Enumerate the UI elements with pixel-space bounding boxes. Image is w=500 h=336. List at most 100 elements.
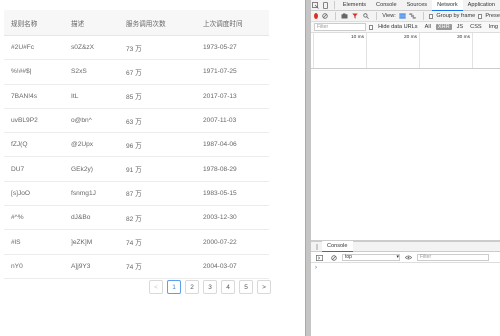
table-row[interactable]: 7BAN!4s ItL 85 万 2017-07-13: [4, 85, 269, 109]
cell-call-count: 85 万: [126, 94, 142, 102]
toolbar-separator: [334, 12, 336, 20]
network-filter-bar: Filter Hide data URLs All XHR JS CSS Img: [311, 22, 500, 33]
column-header-last-schedule[interactable]: 上次调度时间: [203, 18, 269, 28]
cell-description: fsnmg1J: [71, 189, 96, 197]
page-4-button[interactable]: 4: [221, 280, 235, 294]
screenshot-camera-icon[interactable]: [341, 11, 348, 22]
tab-application[interactable]: Application: [463, 0, 500, 11]
network-toolbar: View: Group by frame Prese: [311, 11, 500, 22]
page-5-button[interactable]: 5: [239, 280, 253, 294]
cell-last-schedule: 2007-11-03: [203, 117, 237, 125]
table-row[interactable]: #2U#Fc s0Z&zX 73 万 1973-05-27: [4, 36, 269, 61]
type-filter-all[interactable]: All: [423, 24, 433, 30]
toolbar-separator: [375, 12, 377, 20]
table-row[interactable]: #lS]eZK]M 74 万 2000-07-22: [4, 230, 269, 255]
type-filter-xhr[interactable]: XHR: [435, 24, 452, 30]
console-sidebar-icon[interactable]: [314, 252, 325, 263]
page-1-button[interactable]: 1: [167, 280, 181, 294]
preserve-log-checkbox[interactable]: [478, 13, 483, 19]
page-3-button[interactable]: 3: [203, 280, 217, 294]
table-row[interactable]: %!##$| S2xS 67 万 1971-07-25: [4, 60, 269, 85]
table-panel: 规则名称 描述 服务调用次数 上次调度时间 #2U#Fc s0Z&zX 73 万 19…: [0, 0, 305, 336]
filter-funnel-icon[interactable]: [352, 11, 359, 22]
cell-rule-name: #lS: [11, 238, 21, 246]
devtools-tab-bar: Elements Console Sources Network Applica…: [311, 0, 500, 11]
timeline-gridline: [366, 33, 367, 68]
table-row[interactable]: [s]JoO fsnmg1J 87 万 1983-05-15: [4, 182, 269, 207]
cell-rule-name: [s]JoO: [11, 189, 31, 197]
clear-console-icon[interactable]: [328, 252, 339, 263]
cell-call-count: 74 万: [126, 264, 142, 272]
hide-data-urls-checkbox[interactable]: [368, 24, 374, 30]
device-toolbar-icon[interactable]: [321, 0, 331, 11]
table-row[interactable]: DU7 GEk2y) 91 万 1978-08-29: [4, 157, 269, 182]
cell-rule-name: fZJ(Q: [11, 141, 28, 149]
live-expression-eye-icon[interactable]: [403, 252, 414, 263]
group-by-frame-label: Group by frame: [436, 13, 476, 19]
search-icon[interactable]: [362, 11, 369, 22]
type-filter-js[interactable]: JS: [455, 24, 466, 30]
cell-call-count: 96 万: [126, 142, 142, 150]
network-filter-input[interactable]: Filter: [314, 23, 366, 31]
record-icon[interactable]: [314, 13, 319, 19]
cell-description: dJ&Bo: [71, 214, 91, 222]
preserve-log-label: Prese: [485, 13, 500, 19]
console-toolbar: top ▾ Filter: [311, 253, 500, 263]
waterfall-overview-icon[interactable]: [409, 11, 417, 22]
tab-sources[interactable]: Sources: [402, 0, 433, 11]
cell-description: A]j9Y3: [71, 262, 91, 270]
drawer-tab-console[interactable]: Console: [322, 241, 353, 252]
type-filter-img[interactable]: Img: [487, 24, 500, 30]
devtools-panel: Elements Console Sources Network Applica…: [311, 0, 500, 336]
group-by-frame-checkbox[interactable]: [429, 13, 434, 19]
chevron-down-icon: ▾: [396, 254, 399, 260]
cell-rule-name: nY0: [11, 262, 23, 270]
tab-separator: [333, 1, 335, 9]
tab-console[interactable]: Console: [371, 0, 402, 11]
large-rows-icon[interactable]: [399, 11, 406, 22]
table-body: #2U#Fc s0Z&zX 73 万 1973-05-27 %!##$| S2xS 67 万…: [4, 36, 269, 279]
inspect-element-icon[interactable]: [311, 0, 321, 11]
page-2-button[interactable]: 2: [185, 280, 199, 294]
cell-rule-name: #2U#Fc: [11, 44, 35, 52]
prev-page-button[interactable]: <: [149, 280, 163, 294]
cell-description: ]eZK]M: [71, 238, 93, 246]
network-timeline-overview[interactable]: 10 ms 20 ms 30 ms: [311, 33, 500, 69]
next-page-button[interactable]: >: [257, 280, 271, 294]
cell-rule-name: %!##$|: [11, 68, 32, 76]
toolbar-separator: [422, 12, 424, 20]
cell-rule-name: uvBL9P2: [11, 117, 38, 125]
drawer-menu-icon[interactable]: [311, 241, 322, 252]
timeline-tick-label: 20 ms: [404, 35, 418, 40]
table-row[interactable]: #^% dJ&Bo 82 万 2003-12-30: [4, 206, 269, 231]
cell-last-schedule: 1973-05-27: [203, 44, 237, 52]
column-header-call-count[interactable]: 服务调用次数: [126, 18, 203, 28]
column-header-rule-name[interactable]: 规则名称: [4, 18, 71, 28]
clear-icon[interactable]: [321, 11, 328, 22]
context-selector[interactable]: top ▾: [342, 254, 400, 261]
cell-description: o@bn^: [71, 117, 92, 125]
cell-call-count: 63 万: [126, 118, 142, 126]
cell-call-count: 82 万: [126, 215, 142, 223]
column-header-description[interactable]: 描述: [71, 18, 126, 28]
tab-network[interactable]: Network: [432, 0, 463, 11]
cell-last-schedule: 1987-04-06: [203, 141, 237, 149]
console-prompt[interactable]: ›: [315, 265, 317, 271]
table-row[interactable]: fZJ(Q @2Upx 96 万 1987-04-06: [4, 133, 269, 158]
table-row[interactable]: uvBL9P2 o@bn^ 63 万 2007-11-03: [4, 109, 269, 134]
table-row[interactable]: nY0 A]j9Y3 74 万 2004-03-07: [4, 255, 269, 279]
pagination: < 1 2 3 4 5 >: [149, 280, 271, 294]
cell-description: s0Z&zX: [71, 44, 95, 52]
timeline-gridline: [313, 33, 314, 68]
drawer-tab-bar: Console: [311, 241, 500, 252]
cell-description: GEk2y): [71, 165, 93, 173]
cell-call-count: 74 万: [126, 240, 142, 248]
cell-last-schedule: 2017-07-13: [203, 92, 237, 100]
console-filter-input[interactable]: Filter: [417, 254, 489, 261]
type-filter-css[interactable]: CSS: [468, 24, 484, 30]
cell-call-count: 87 万: [126, 191, 142, 199]
cell-call-count: 91 万: [126, 167, 142, 175]
cell-description: @2Upx: [71, 141, 94, 149]
tab-elements[interactable]: Elements: [338, 0, 371, 11]
cell-call-count: 73 万: [126, 45, 142, 53]
